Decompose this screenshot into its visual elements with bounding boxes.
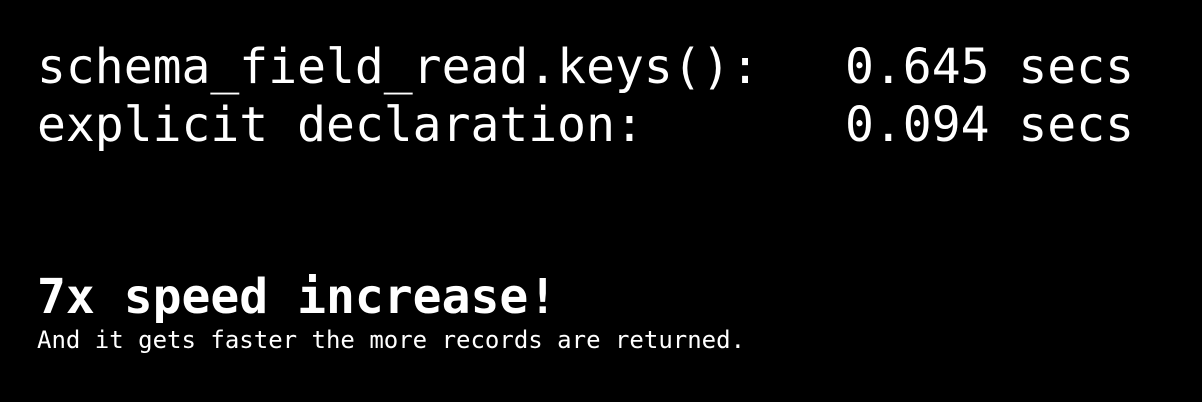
timing-value: 0.645 secs [845,39,1134,95]
timing-row-explicit-declaration: explicit declaration: 0.094 secs [37,96,1134,154]
timing-row-schema-field-read: schema_field_read.keys(): 0.645 secs [37,38,1134,96]
speed-subline: And it gets faster the more records are … [37,326,746,354]
timing-label: schema_field_read.keys(): [37,39,760,95]
timing-label: explicit declaration: [37,97,644,153]
speed-headline: 7x speed increase! [37,269,558,325]
timing-value: 0.094 secs [845,97,1134,153]
timing-results: schema_field_read.keys(): 0.645 secs exp… [37,38,1134,154]
